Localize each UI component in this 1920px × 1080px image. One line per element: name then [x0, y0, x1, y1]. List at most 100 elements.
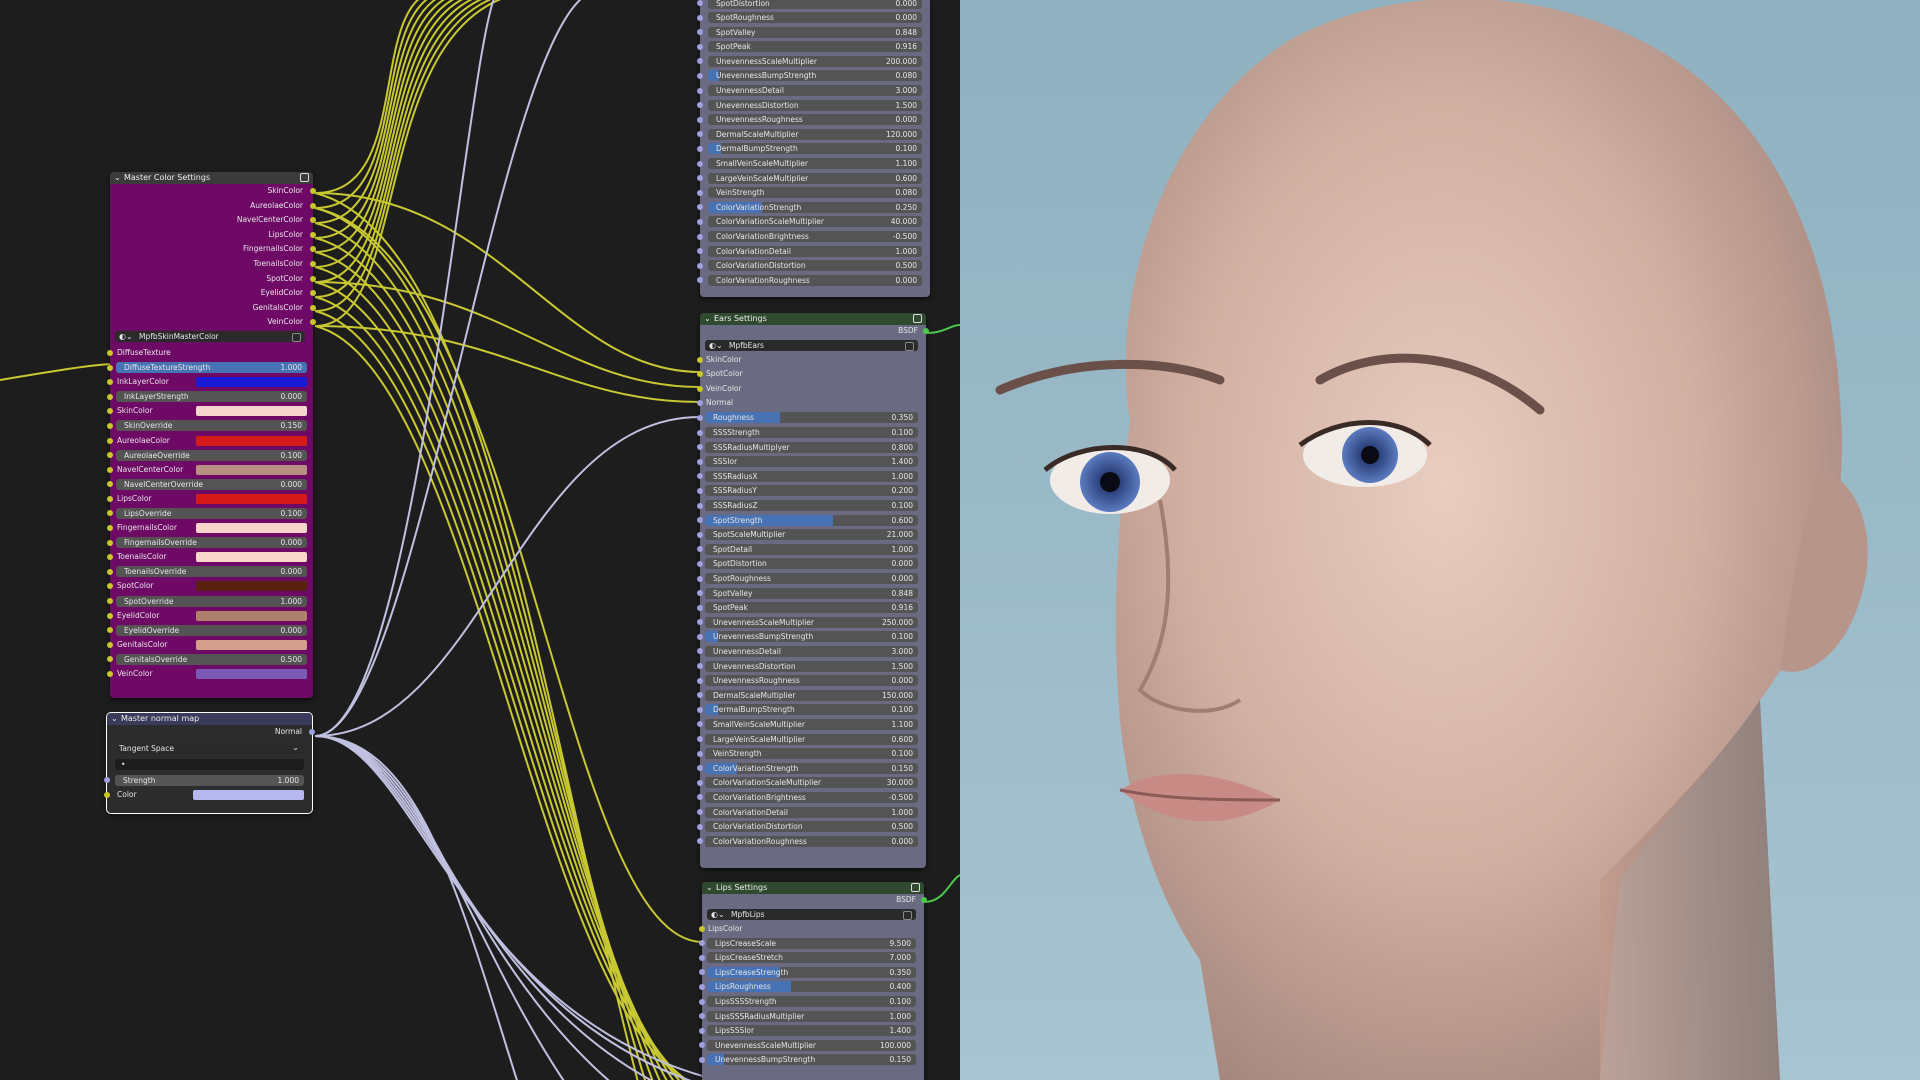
slider-field[interactable]: SSSIor 1.400	[705, 456, 918, 468]
slider-field[interactable]: EyelidOverride 0.000	[116, 624, 307, 636]
unlink-icon[interactable]	[292, 333, 301, 343]
slider-field[interactable]: SpotDistortion 0.000	[708, 0, 922, 9]
slider-field[interactable]: SpotValley 0.848	[708, 26, 922, 38]
input-socket[interactable]	[697, 102, 703, 109]
slider-field[interactable]: SmallVeinScaleMultiplier 1.100	[708, 158, 922, 170]
input-socket[interactable]	[107, 671, 113, 677]
input-socket[interactable]	[697, 116, 703, 123]
input-socket[interactable]	[697, 204, 703, 211]
input-socket[interactable]	[699, 1013, 705, 1020]
unlink-icon[interactable]	[903, 910, 912, 920]
node-group-icon[interactable]	[913, 314, 922, 323]
color-swatch[interactable]	[196, 581, 307, 592]
slider-field[interactable]: UnevennessScaleMultiplier 100.000	[707, 1039, 916, 1051]
output-socket[interactable]	[310, 260, 316, 267]
input-socket[interactable]	[699, 940, 705, 947]
slider-field[interactable]: UnevennessBumpStrength 0.100	[705, 631, 918, 643]
input-socket[interactable]	[697, 160, 703, 167]
output-socket[interactable]	[310, 202, 316, 209]
slider-field[interactable]: ColorVariationDistortion 0.500	[708, 260, 922, 272]
slider-field[interactable]: LargeVeinScaleMultiplier 0.600	[705, 733, 918, 745]
ears-settings-node[interactable]: ⌄ Ears Settings BSDF ◐⌄ MpfbEars SkinCol…	[697, 313, 929, 868]
slider-field[interactable]: ColorVariationScaleMultiplier 40.000	[708, 216, 922, 228]
color-swatch[interactable]	[193, 789, 304, 800]
input-socket[interactable]	[107, 510, 113, 517]
master-color-settings-node[interactable]: ⌄ Master Color Settings SkinColor Aureola…	[107, 172, 316, 698]
input-socket[interactable]	[697, 502, 703, 509]
slider-field[interactable]: LipsSSSIor 1.400	[707, 1025, 916, 1037]
input-socket[interactable]	[697, 248, 703, 255]
color-swatch[interactable]	[196, 610, 307, 621]
node-header[interactable]: ⌄ Master normal map	[107, 713, 312, 725]
output-socket[interactable]	[921, 897, 927, 903]
collapse-chevron-icon[interactable]: ⌄	[704, 313, 711, 325]
input-socket[interactable]	[107, 583, 113, 590]
slider-field[interactable]: SpotPeak 0.916	[705, 602, 918, 614]
input-socket[interactable]	[697, 531, 703, 538]
collapse-chevron-icon[interactable]: ⌄	[114, 172, 121, 184]
slider-field[interactable]: LipsRoughness 0.400	[707, 981, 916, 993]
slider-field[interactable]: Roughness 0.350	[705, 412, 918, 424]
output-socket[interactable]	[310, 275, 316, 282]
input-socket[interactable]	[697, 218, 703, 225]
color-swatch[interactable]	[196, 639, 307, 650]
lips-settings-node[interactable]: ⌄ Lips Settings BSDF ◐⌄ MpfbLips LipsCol…	[699, 882, 927, 1080]
input-socket[interactable]	[697, 721, 703, 728]
slider-field[interactable]: SSSStrength 0.100	[705, 427, 918, 439]
slider-field[interactable]: DermalScaleMultiplier 120.000	[708, 128, 922, 140]
output-socket[interactable]	[310, 188, 316, 194]
input-socket[interactable]	[697, 575, 703, 582]
input-socket[interactable]	[697, 809, 703, 815]
slider-field[interactable]: VeinStrength 0.100	[705, 748, 918, 760]
node-group-selector[interactable]: ◐⌄ MpfbLips	[707, 908, 916, 920]
slider-field[interactable]: UnevennessBumpStrength 0.080	[708, 70, 922, 82]
input-socket[interactable]	[699, 1042, 705, 1049]
slider-field[interactable]: LipsOverride 0.100	[116, 507, 307, 519]
input-socket[interactable]	[697, 590, 703, 597]
input-socket[interactable]	[697, 794, 703, 801]
input-socket[interactable]	[107, 612, 113, 619]
input-socket[interactable]	[699, 954, 705, 961]
input-socket[interactable]	[697, 233, 703, 240]
input-socket[interactable]	[697, 736, 703, 743]
input-socket[interactable]	[699, 1027, 705, 1034]
input-socket[interactable]	[107, 568, 113, 575]
uv-map-field[interactable]: •	[115, 758, 304, 770]
input-socket[interactable]	[699, 969, 705, 976]
slider-field[interactable]: ColorVariationRoughness 0.000	[705, 835, 918, 847]
input-socket[interactable]	[697, 663, 703, 670]
input-socket[interactable]	[697, 765, 703, 772]
input-socket[interactable]	[697, 175, 703, 182]
color-swatch[interactable]	[196, 552, 307, 563]
node-group-selector[interactable]: ◐⌄ MpfbEars	[705, 339, 918, 351]
slider-field[interactable]: InkLayerStrength 0.000	[116, 391, 307, 403]
input-socket[interactable]	[697, 356, 703, 363]
input-socket[interactable]	[697, 400, 703, 407]
input-socket[interactable]	[107, 627, 113, 634]
input-socket[interactable]	[697, 414, 703, 421]
input-socket[interactable]	[697, 0, 703, 6]
slider-field[interactable]: UnevennessDistortion 1.500	[708, 99, 922, 111]
slider-field[interactable]: SpotDistortion 0.000	[705, 558, 918, 570]
slider-field[interactable]: ColorVariationStrength 0.250	[708, 201, 922, 213]
input-socket[interactable]	[697, 546, 703, 553]
input-socket[interactable]	[697, 385, 703, 392]
render-viewport[interactable]	[960, 0, 1920, 1080]
input-socket[interactable]	[697, 706, 703, 713]
input-socket[interactable]	[697, 43, 703, 50]
slider-field[interactable]: SkinOverride 0.150	[116, 420, 307, 432]
node-group-selector[interactable]: ◐⌄ MpfbSkinMasterColor	[115, 331, 305, 343]
output-socket[interactable]	[923, 328, 929, 334]
input-socket[interactable]	[697, 87, 703, 94]
input-socket[interactable]	[697, 779, 703, 786]
input-socket[interactable]	[697, 458, 703, 465]
input-socket[interactable]	[107, 598, 113, 605]
input-socket[interactable]	[107, 437, 113, 444]
color-swatch[interactable]	[196, 377, 307, 388]
slider-field[interactable]: ToenailsOverride 0.000	[116, 566, 307, 578]
input-socket[interactable]	[697, 560, 703, 567]
slider-field[interactable]: DermalBumpStrength 0.100	[705, 704, 918, 716]
slider-field[interactable]: SpotPeak 0.916	[708, 41, 922, 53]
unlink-icon[interactable]	[905, 341, 914, 351]
input-socket[interactable]	[697, 145, 703, 152]
